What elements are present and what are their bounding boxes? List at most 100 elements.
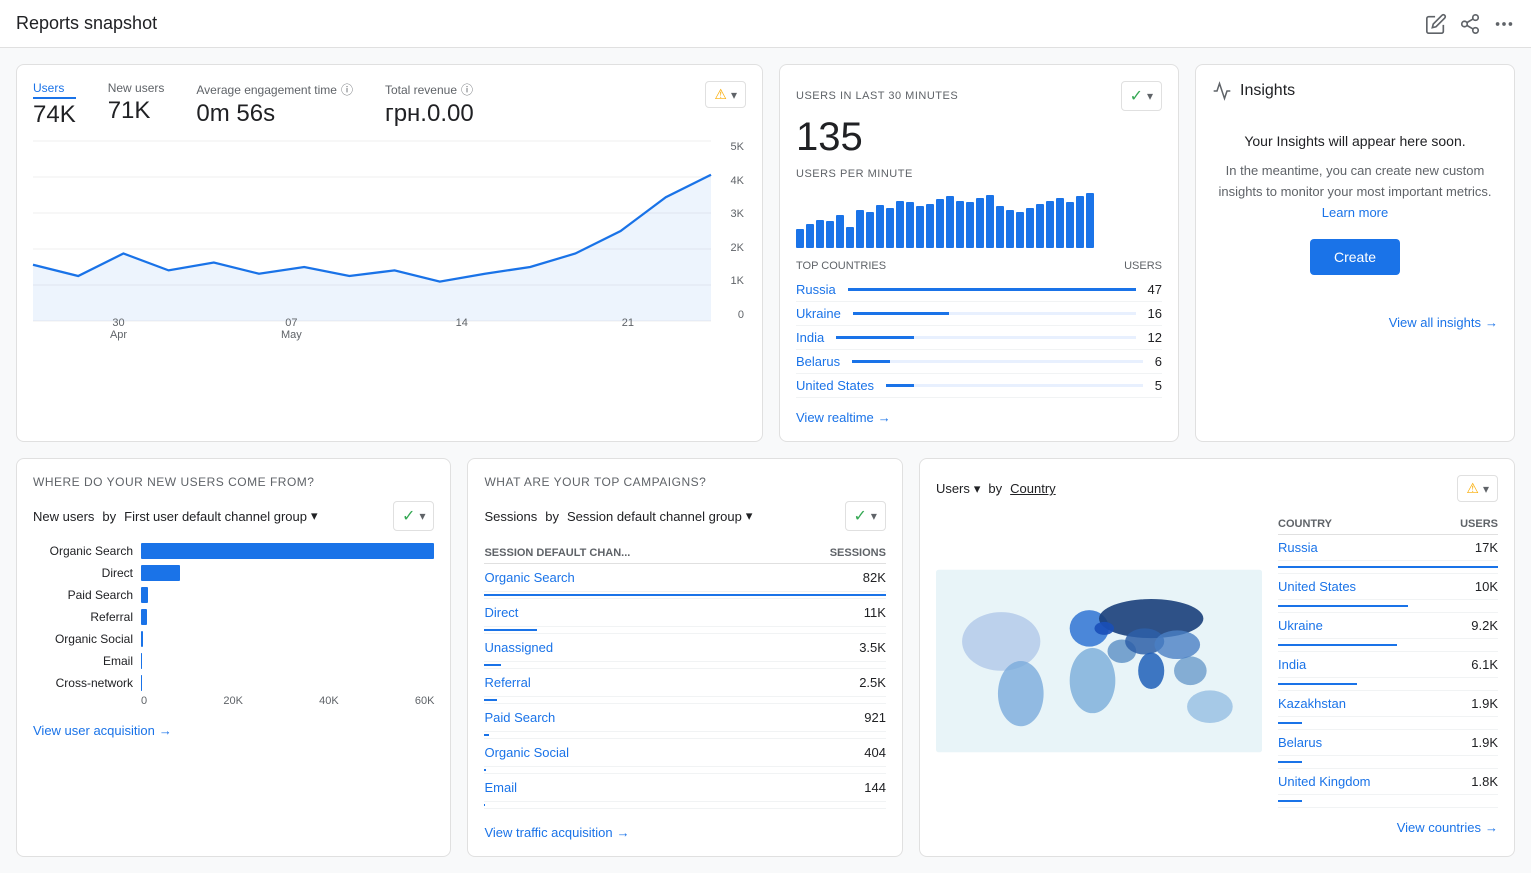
chart-y-labels: 5K 4K 3K 2K 1K 0 bbox=[716, 141, 746, 321]
bar-rt bbox=[986, 195, 994, 248]
create-button[interactable]: Create bbox=[1310, 239, 1400, 275]
geo-card: Users ▾ by Country ⚠ ▾ bbox=[919, 458, 1515, 857]
new-users-value: 71K bbox=[108, 97, 165, 125]
campaigns-filter-button[interactable]: ✓ ▾ bbox=[845, 501, 886, 531]
hbar-wrap bbox=[141, 587, 434, 603]
campaign-name[interactable]: Unassigned bbox=[484, 634, 774, 662]
learn-more-link[interactable]: Learn more bbox=[1322, 205, 1388, 220]
table-row: India 6.1K bbox=[1278, 652, 1498, 678]
acquisition-metric-selector[interactable]: New users by First user default channel … bbox=[33, 508, 318, 524]
table-row: Ukraine 9.2K bbox=[1278, 613, 1498, 639]
geo-country-name[interactable]: India bbox=[1278, 652, 1434, 678]
sessions-bar-cell bbox=[484, 662, 885, 669]
chevron-down-icon: ▾ bbox=[974, 481, 981, 497]
acquisition-filter-button[interactable]: ✓ ▾ bbox=[393, 501, 434, 531]
countries-list: Russia 47 Ukraine 16 India 12 Belarus 6 bbox=[796, 278, 1162, 398]
hbar bbox=[141, 565, 180, 581]
view-countries-link[interactable]: View countries → bbox=[936, 820, 1498, 835]
arrow-right-icon: → bbox=[1485, 820, 1498, 835]
users-card: Users 74K New users 71K Average engageme… bbox=[16, 64, 763, 442]
check-icon: ✓ bbox=[854, 506, 867, 526]
country-bar-wrap bbox=[853, 312, 1136, 315]
campaigns-metric-selector[interactable]: Sessions by Session default channel grou… bbox=[484, 508, 752, 524]
campaign-name[interactable]: Email bbox=[484, 774, 774, 802]
channel-col-header: SESSION DEFAULT CHAN... bbox=[484, 543, 774, 564]
geo-country-users: 17K bbox=[1434, 535, 1498, 561]
bar-rt bbox=[1016, 212, 1024, 248]
view-realtime-link[interactable]: View realtime → bbox=[796, 410, 1162, 425]
geo-table: COUNTRY USERS Russia 17K United States 1… bbox=[1278, 514, 1498, 808]
chevron-down-icon: ▾ bbox=[1483, 482, 1489, 496]
geo-bar bbox=[1278, 761, 1302, 763]
campaign-name[interactable]: Organic Search bbox=[484, 564, 774, 592]
country-name[interactable]: India bbox=[796, 330, 824, 345]
campaign-name[interactable]: Referral bbox=[484, 669, 774, 697]
country-bar bbox=[886, 384, 914, 387]
channel-label: Paid Search bbox=[33, 588, 133, 602]
geo-country-name[interactable]: Ukraine bbox=[1278, 613, 1434, 639]
bar-rt bbox=[1076, 196, 1084, 248]
geo-bar-cell bbox=[1278, 639, 1498, 652]
campaign-name[interactable]: Organic Social bbox=[484, 739, 774, 767]
per-minute-label: USERS PER MINUTE bbox=[796, 168, 1162, 180]
geo-country-name[interactable]: United States bbox=[1278, 574, 1434, 600]
bar-rt bbox=[1036, 204, 1044, 248]
line-chart-svg bbox=[33, 141, 711, 321]
view-traffic-link[interactable]: View traffic acquisition → bbox=[484, 825, 885, 840]
sessions-bar-cell bbox=[484, 627, 885, 634]
chart-x-labels: 30Apr 07May 14 21 bbox=[33, 317, 711, 341]
users-alert-button[interactable]: ⚠ ▾ bbox=[705, 81, 746, 108]
geo-alert-button[interactable]: ⚠ ▾ bbox=[1457, 475, 1498, 502]
chart-inner bbox=[33, 141, 711, 321]
view-all-insights-link[interactable]: View all insights → bbox=[1212, 315, 1498, 330]
realtime-filter-button[interactable]: ✓ ▾ bbox=[1121, 81, 1162, 111]
geo-bar-cell bbox=[1278, 756, 1498, 769]
geo-bar bbox=[1278, 644, 1397, 646]
country-name[interactable]: Ukraine bbox=[796, 306, 841, 321]
geo-country-name[interactable]: Kazakhstan bbox=[1278, 691, 1434, 717]
country-bar-wrap bbox=[848, 288, 1136, 291]
share-icon[interactable] bbox=[1459, 13, 1481, 35]
table-row: United States 10K bbox=[1278, 574, 1498, 600]
sessions-bar-cell bbox=[484, 592, 885, 599]
country-name[interactable]: Russia bbox=[796, 282, 836, 297]
arrow-right-icon: → bbox=[878, 410, 891, 425]
geo-bar bbox=[1278, 722, 1302, 724]
edit-icon[interactable] bbox=[1425, 13, 1447, 35]
geo-bar-cell bbox=[1278, 717, 1498, 730]
country-bar bbox=[852, 360, 890, 363]
bar-rt bbox=[926, 204, 934, 248]
view-acquisition-link[interactable]: View user acquisition → bbox=[33, 723, 434, 738]
acquisition-card: WHERE DO YOUR NEW USERS COME FROM? New u… bbox=[16, 458, 451, 857]
insights-icon bbox=[1212, 81, 1232, 101]
sessions-bar bbox=[484, 664, 500, 666]
geo-country-users: 1.8K bbox=[1434, 769, 1498, 795]
sessions-bar-cell bbox=[484, 697, 885, 704]
warning-icon: ⚠ bbox=[1466, 480, 1479, 497]
geo-metric-selector[interactable]: Users ▾ by Country bbox=[936, 481, 1056, 497]
acquisition-section-title: WHERE DO YOUR NEW USERS COME FROM? bbox=[33, 475, 434, 489]
country-name[interactable]: Belarus bbox=[796, 354, 840, 369]
country-name[interactable]: United States bbox=[796, 378, 874, 393]
bar-rt bbox=[876, 205, 884, 248]
country-users: 6 bbox=[1155, 354, 1162, 369]
more-icon[interactable] bbox=[1493, 13, 1515, 35]
revenue-info-icon[interactable]: ⓘ bbox=[461, 81, 473, 98]
channel-label: Direct bbox=[33, 566, 133, 580]
country-bar bbox=[836, 336, 914, 339]
table-row: Direct 11K bbox=[484, 599, 885, 627]
campaign-name[interactable]: Paid Search bbox=[484, 704, 774, 732]
campaign-name[interactable]: Direct bbox=[484, 599, 774, 627]
hbar bbox=[141, 653, 142, 669]
geo-country-name[interactable]: Russia bbox=[1278, 535, 1434, 561]
geo-country-users: 10K bbox=[1434, 574, 1498, 600]
bar-rt bbox=[856, 210, 864, 248]
geo-country-name[interactable]: Belarus bbox=[1278, 730, 1434, 756]
sessions-bar bbox=[484, 629, 536, 631]
country-users: 12 bbox=[1148, 330, 1162, 345]
country-row: Russia 47 bbox=[796, 278, 1162, 302]
users-label[interactable]: Users bbox=[33, 81, 76, 99]
geo-country-name[interactable]: United Kingdom bbox=[1278, 769, 1434, 795]
engagement-info-icon[interactable]: ⓘ bbox=[341, 81, 353, 98]
world-map-svg bbox=[936, 514, 1262, 808]
